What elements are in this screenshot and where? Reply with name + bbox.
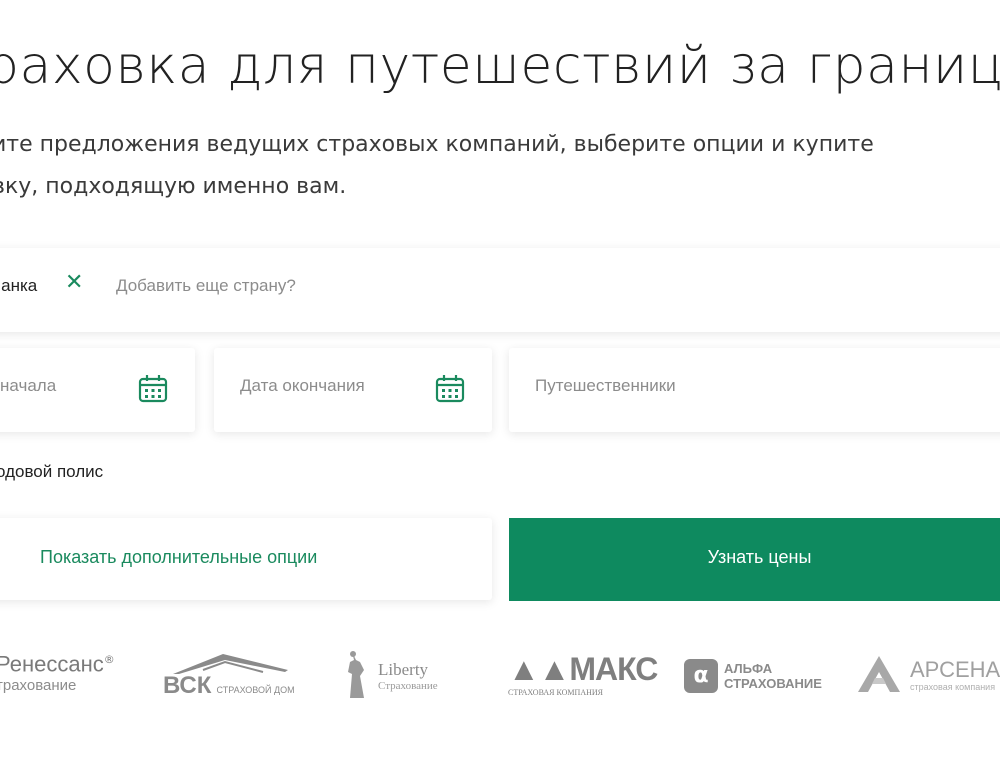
subtitle-line-1: ите предложения ведущих страховых компан… — [0, 132, 874, 157]
vsk-roof-icon — [173, 654, 288, 674]
partner-logo-maks: ▲▲МАКС СТРАХОВАЯ КОМПАНИЯ — [508, 651, 658, 697]
get-prices-label: Узнать цены — [707, 547, 812, 567]
partner-logo-renaissance: Ренессанс® трахование — [0, 651, 115, 695]
subtitle-line-2: вку, подходящую именно вам. — [0, 174, 347, 199]
arsenal-triangle-icon — [858, 656, 900, 692]
get-prices-button[interactable]: Узнать цены — [509, 518, 1000, 601]
date-end-field[interactable]: Дата окончания — [214, 348, 492, 432]
alpha-icon: α — [684, 659, 718, 693]
remove-country-icon[interactable]: ✕ — [65, 270, 83, 295]
statue-of-liberty-icon — [348, 651, 364, 698]
calendar-icon[interactable] — [137, 373, 169, 405]
travelers-placeholder: Путешественники — [535, 376, 676, 395]
partner-logo-arsenal: АРСЕНАЛ страховая компания — [856, 654, 1000, 698]
show-options-button[interactable]: Показать дополнительные опции — [0, 518, 492, 600]
country-chip: Ланка — [0, 276, 38, 295]
date-start-field[interactable]: начала — [0, 348, 195, 432]
show-options-label: Показать дополнительные опции — [40, 547, 318, 567]
add-country-input[interactable]: Добавить еще страну? — [116, 276, 296, 296]
travelers-field[interactable]: Путешественники — [509, 348, 1000, 432]
date-end-placeholder: Дата окончания — [240, 376, 365, 395]
country-selector[interactable]: Ланка ✕ Добавить еще страну? — [0, 248, 1000, 332]
page-subtitle: ите предложения ведущих страховых компан… — [0, 124, 1000, 208]
date-start-placeholder: начала — [0, 376, 57, 395]
page-title: раховка для путешествий за границу — [0, 36, 1000, 96]
annual-policy-checkbox[interactable]: одовой полис — [0, 462, 103, 482]
calendar-icon[interactable] — [434, 373, 466, 405]
